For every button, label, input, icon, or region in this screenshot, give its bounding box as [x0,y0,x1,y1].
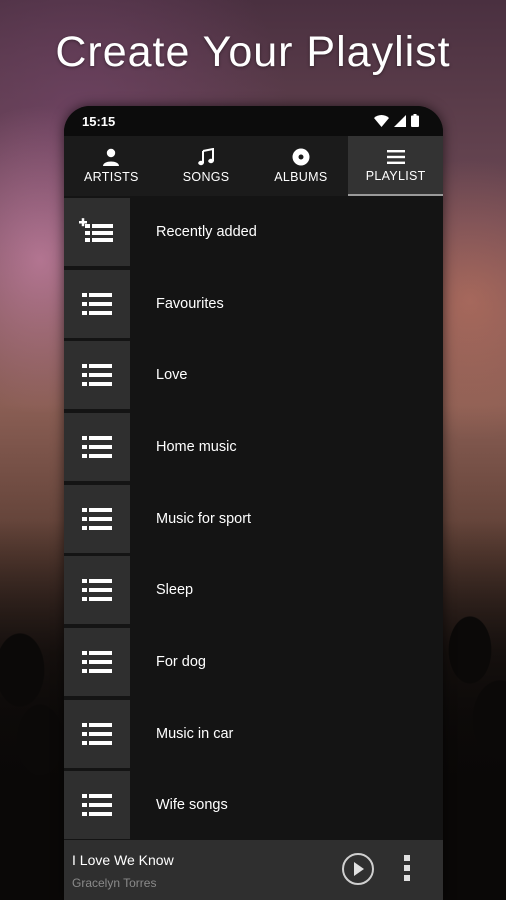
signal-icon [394,114,406,127]
playlist-thumb [64,269,130,338]
tab-playlist[interactable]: PLAYLIST [348,136,443,196]
playlist-thumb [64,771,130,840]
playlist-item-love[interactable]: Love [64,339,443,411]
playlist-thumb [64,627,130,696]
playlist-icon [82,650,112,673]
playlist-label: Music in car [156,725,234,742]
tab-albums-label: ALBUMS [274,170,328,184]
playlist-icon [82,435,112,458]
status-icons [374,114,419,127]
playlist-label: Wife songs [156,797,228,814]
play-icon [354,862,364,876]
playlist-label: Love [156,367,188,384]
playlist-item-home-music[interactable]: Home music [64,411,443,483]
playlist-thumb [64,556,130,625]
playlist-icon [82,722,112,745]
playlist-label: Recently added [156,223,257,240]
battery-icon [411,114,419,127]
status-bar: 15:15 [64,106,443,136]
playlist-icon [82,292,112,315]
playlist-icon [82,579,112,602]
playlist-item-wife-songs[interactable]: Wife songs [64,770,443,842]
menu-lines-icon [386,150,405,164]
playlist-label: Sleep [156,582,194,599]
dot-icon [404,875,410,881]
playlist-item-recently-added[interactable]: Recently added [64,196,443,268]
playlist-thumb [64,484,130,553]
playlist-item-sleep[interactable]: Sleep [64,554,443,626]
dot-icon [404,865,410,871]
playlist-icon [82,794,112,817]
play-button[interactable] [342,853,374,885]
tab-songs[interactable]: SONGS [159,136,254,196]
dot-icon [404,855,410,861]
playlist-label: Music for sport [156,510,252,527]
playlist-item-music-in-car[interactable]: Music in car [64,698,443,770]
playlist-item-music-for-sport[interactable]: Music for sport [64,483,443,555]
phone-frame: 15:15 ARTISTS SONGS ALBUMS PLAYLIST Rece… [64,106,443,900]
playlist-thumb [64,412,130,481]
playlist-list: Recently added Favourites Love Home musi… [64,196,443,842]
playlist-label: For dog [156,653,206,670]
now-playing-title: I Love We Know [72,852,174,868]
playlist-thumb [64,699,130,768]
tab-playlist-label: PLAYLIST [365,169,426,183]
playlist-add-icon [79,218,113,242]
playlist-item-for-dog[interactable]: For dog [64,626,443,698]
status-time: 15:15 [82,114,116,129]
person-icon [103,148,120,166]
playlist-label: Home music [156,438,237,455]
playlist-thumb [64,341,130,410]
tab-artists[interactable]: ARTISTS [64,136,159,196]
playlist-thumb [64,197,130,266]
playlist-item-favourites[interactable]: Favourites [64,268,443,340]
tab-bar: ARTISTS SONGS ALBUMS PLAYLIST [64,136,443,196]
music-note-icon [198,148,215,166]
playlist-icon [82,364,112,387]
tab-songs-label: SONGS [182,170,230,184]
more-options-button[interactable] [404,855,410,881]
wifi-icon [374,114,389,127]
now-playing-artist: Gracelyn Torres [72,876,157,890]
disc-icon [292,148,310,166]
headline: Create Your Playlist [55,28,451,76]
now-playing-bar[interactable]: I Love We Know Gracelyn Torres [64,840,443,900]
playlist-icon [82,507,112,530]
tab-albums[interactable]: ALBUMS [254,136,349,196]
tab-artists-label: ARTISTS [84,170,139,184]
playlist-label: Favourites [156,295,224,312]
